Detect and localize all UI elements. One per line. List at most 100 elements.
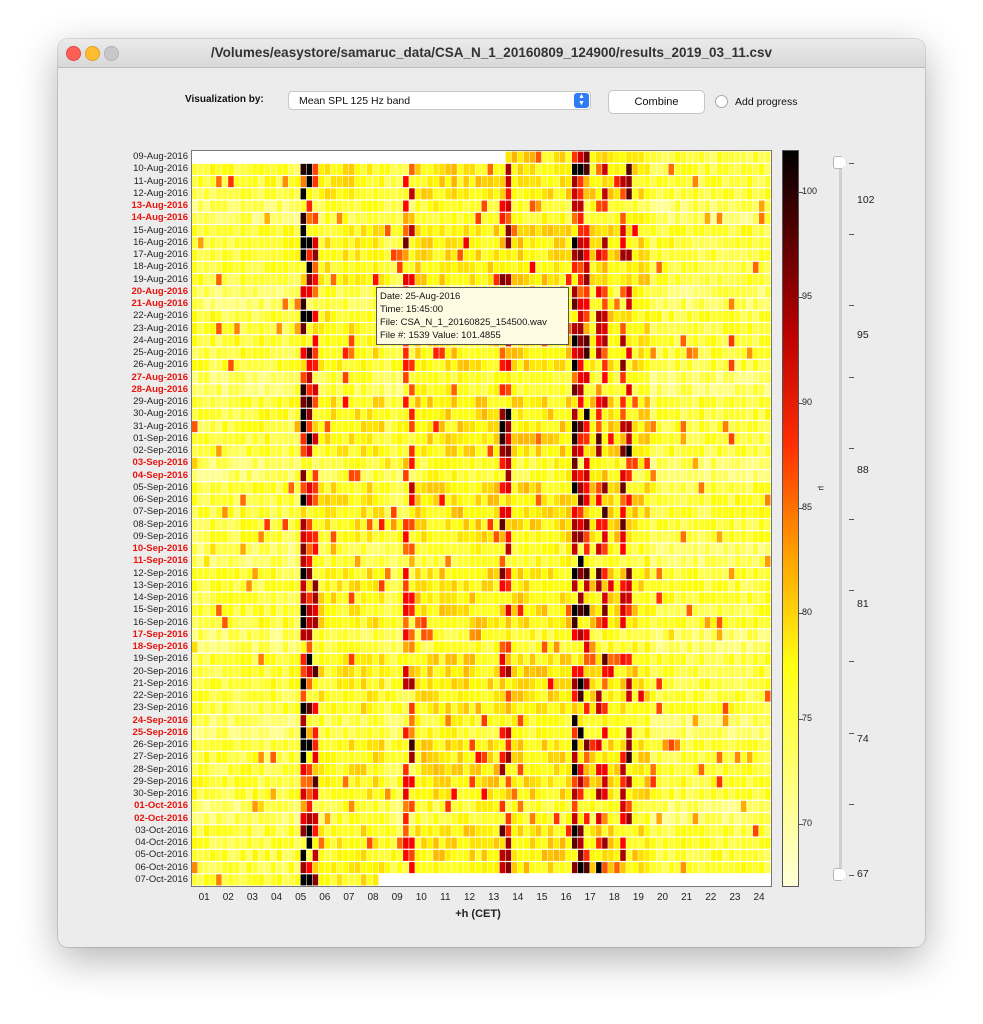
heatmap-cell — [650, 592, 656, 604]
heatmap-cell — [252, 384, 258, 396]
heatmap-cell — [656, 335, 662, 347]
heatmap-cell — [348, 457, 355, 469]
heatmap-cell — [680, 310, 687, 322]
heatmap-cell — [469, 470, 475, 482]
heatmap-cell — [559, 200, 566, 212]
heatmap-cell — [216, 666, 222, 678]
heatmap-cell — [403, 482, 409, 494]
heatmap-cell — [541, 408, 548, 420]
heatmap-cell — [511, 176, 518, 188]
heatmap-cell — [565, 433, 572, 445]
heatmap-plot[interactable] — [191, 150, 772, 887]
heatmap-cell — [734, 286, 741, 298]
heatmap-cell — [499, 408, 506, 420]
date-label: 20-Sep-2016 — [133, 665, 188, 677]
heatmap-cell — [638, 384, 644, 396]
heatmap-cell — [710, 200, 717, 212]
heatmap-cell — [300, 408, 307, 420]
heatmap-cell — [240, 457, 246, 469]
heatmap-cell — [258, 445, 264, 457]
add-progress-radio[interactable] — [715, 95, 728, 108]
heatmap-cell — [728, 531, 735, 543]
heatmap-cell — [511, 751, 518, 763]
heatmap-cell — [427, 433, 433, 445]
heatmap-cell — [650, 249, 656, 261]
heatmap-cell — [541, 641, 548, 653]
heatmap-cell — [451, 629, 457, 641]
heatmap-cell — [306, 617, 313, 629]
heatmap-cell — [710, 396, 717, 408]
heatmap-cell — [300, 359, 307, 371]
heatmap-cell — [409, 249, 415, 261]
heatmap-cell — [324, 261, 331, 273]
heatmap-cell — [415, 764, 421, 776]
heatmap-cell — [421, 678, 427, 690]
heatmap-cell — [306, 335, 313, 347]
heatmap-cell — [668, 261, 674, 273]
heatmap-cell — [336, 212, 343, 224]
heatmap-cell — [469, 580, 475, 592]
heatmap-cell — [204, 739, 210, 751]
heatmap-cell — [722, 494, 729, 506]
heatmap-cell — [282, 347, 288, 359]
heatmap-cell — [523, 666, 530, 678]
heatmap-cell — [704, 347, 711, 359]
heatmap-cell — [716, 421, 723, 433]
heatmap-cell — [602, 384, 608, 396]
heatmap-cell — [499, 702, 506, 714]
heatmap-cell — [734, 568, 741, 580]
heatmap-cell — [366, 359, 373, 371]
heatmap-cell — [656, 641, 662, 653]
heatmap-cell — [541, 568, 548, 580]
date-label: 09-Sep-2016 — [133, 530, 188, 542]
heatmap-cell — [656, 739, 662, 751]
heatmap-cell — [288, 200, 295, 212]
heatmap-cell — [584, 690, 590, 702]
heatmap-cell — [312, 163, 319, 175]
heatmap-cell — [318, 372, 325, 384]
heatmap-cell — [192, 506, 198, 518]
heatmap-cell — [397, 249, 403, 261]
heatmap-cell — [614, 727, 620, 739]
combine-button[interactable]: Combine — [608, 90, 705, 114]
visualization-select[interactable]: Mean SPL 125 Hz band ▲ ▼ — [288, 91, 591, 110]
heatmap-cell — [336, 519, 343, 531]
heatmap-cell — [336, 543, 343, 555]
heatmap-cell — [234, 592, 240, 604]
heatmap-cell — [481, 543, 488, 555]
heatmap-cell — [626, 372, 632, 384]
heatmap-cell — [493, 739, 500, 751]
heatmap-cell — [728, 739, 735, 751]
heatmap-cell — [547, 653, 554, 665]
date-label: 10-Sep-2016 — [132, 543, 188, 555]
heatmap-cell — [680, 641, 687, 653]
heatmap-cell — [252, 274, 258, 286]
heatmap-cell — [385, 568, 391, 580]
heatmap-cell — [620, 188, 626, 200]
heatmap-cell — [246, 212, 252, 224]
heatmap-cell — [240, 519, 246, 531]
heatmap-cell — [222, 286, 228, 298]
heatmap-cell — [578, 335, 584, 347]
heatmap-cell — [198, 715, 204, 727]
heatmap-cell — [704, 641, 711, 653]
heatmap-cell — [614, 739, 620, 751]
heatmap-cell — [638, 506, 644, 518]
heatmap-cell — [222, 323, 228, 335]
heatmap-cell — [294, 261, 301, 273]
heatmap-cell — [541, 445, 548, 457]
heatmap-cell — [270, 298, 276, 310]
heatmap-cell — [764, 249, 771, 261]
heatmap-cell — [451, 176, 457, 188]
heatmap-cell — [294, 494, 301, 506]
heatmap-cell — [499, 457, 506, 469]
heatmap-cell — [716, 225, 723, 237]
heatmap-cell — [608, 519, 614, 531]
heatmap-cell — [541, 384, 548, 396]
heatmap-cell — [439, 261, 445, 273]
heatmap-cell — [674, 568, 681, 580]
heatmap-cell — [366, 457, 373, 469]
heatmap-cell — [614, 482, 620, 494]
heatmap-cell — [650, 506, 656, 518]
heatmap-cell — [354, 580, 361, 592]
